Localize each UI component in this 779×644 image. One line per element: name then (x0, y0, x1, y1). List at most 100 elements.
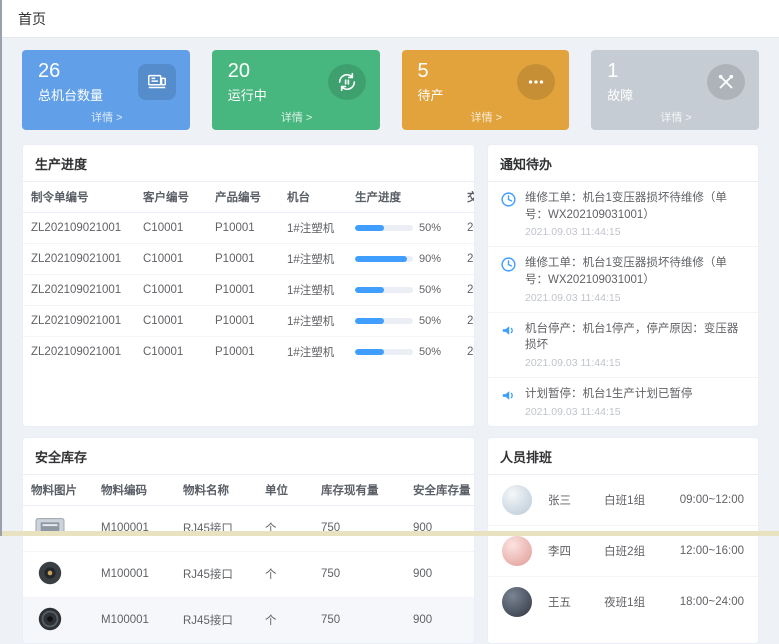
machine-name: 1#注塑机 (279, 337, 347, 368)
card-fault: 1 故障 详情 > (591, 50, 759, 130)
detail-link[interactable]: 详情 > (607, 109, 745, 125)
product-no: P10001 (207, 306, 279, 337)
delivery-date: 2021-09-10 (459, 244, 475, 275)
stat-label: 总机台数量 (38, 85, 103, 104)
notifications-panel: 通知待办 维修工单：机台1变压器损坏待维修（单号：WX202109031001）… (487, 144, 759, 427)
progress-label: 50% (419, 222, 441, 234)
panel-title: 安全库存 (23, 438, 474, 475)
card-total-machines: 26 总机台数量 详情 > (22, 50, 190, 130)
column-header: 交货日期 (459, 182, 475, 213)
material-image (31, 605, 69, 636)
stock-current: 750 (313, 551, 405, 597)
stat-value: 1 (607, 60, 633, 82)
tab-home[interactable]: 首页 (18, 9, 46, 29)
table-row: M100001 RJ45接口 个 750 900 (23, 597, 475, 643)
stat-label: 待产 (418, 85, 444, 104)
card-running: 20 运行中 详情 > (212, 50, 380, 130)
order-no: ZL202109021001 (23, 244, 135, 275)
column-header: 产品编号 (207, 182, 279, 213)
table-row: ZL202109021001 C10001 P10001 1#注塑机 50% 2… (23, 337, 475, 368)
staff-name: 王五 (548, 594, 604, 610)
table-header-row: 物料图片 物料编码 物料名称 单位 库存现有量 安全库存量 (23, 475, 475, 506)
material-code: M100001 (93, 505, 175, 551)
stock-current: 750 (313, 505, 405, 551)
clock-icon (500, 256, 517, 303)
customer-no: C10001 (135, 213, 207, 244)
detail-link[interactable]: 详情 > (38, 109, 176, 125)
material-unit: 个 (257, 551, 313, 597)
progress-bar: 50% (355, 315, 451, 327)
staff-shift: 白班2组 (604, 543, 680, 559)
column-header: 制令单编号 (23, 182, 135, 213)
material-image (31, 513, 69, 544)
order-no: ZL202109021001 (23, 337, 135, 368)
stat-value: 26 (38, 60, 103, 82)
column-header: 单位 (257, 475, 313, 506)
stock-safety: 900 (405, 505, 475, 551)
detail-link[interactable]: 详情 > (418, 109, 556, 125)
staff-name: 李四 (548, 543, 604, 559)
column-header: 物料图片 (23, 475, 93, 506)
progress-bar: 50% (355, 222, 451, 234)
table-row: M100001 RJ45接口 个 750 900 (23, 551, 475, 597)
progress-label: 50% (419, 284, 441, 296)
notification-item[interactable]: 维修工单：机台1变压器损坏待维修（单号：WX202109031001） 2021… (488, 182, 758, 247)
customer-no: C10001 (135, 337, 207, 368)
card-waiting: 5 待产 详情 > (402, 50, 570, 130)
staff-time: 18:00~24:00 (680, 596, 744, 608)
progress-bar: 50% (355, 284, 451, 296)
progress-bar: 90% (355, 253, 451, 265)
order-no: ZL202109021001 (23, 213, 135, 244)
staff-time: 12:00~16:00 (680, 545, 744, 557)
panel-row-1: 生产进度 制令单编号 客户编号 产品编号 机台 生产进度 交货日期 ZL2021… (2, 134, 779, 427)
stat-value: 5 (418, 60, 444, 82)
notification-item[interactable]: 计划暂停：机台1生产计划已暂停 2021.09.03 11:44:15 (488, 378, 758, 426)
material-name: RJ45接口 (175, 597, 257, 643)
stat-value: 20 (228, 60, 267, 82)
detail-link[interactable]: 详情 > (228, 109, 366, 125)
material-name: RJ45接口 (175, 505, 257, 551)
table-row: ZL202109021001 C10001 P10001 1#注塑机 90% 2… (23, 244, 475, 275)
customer-no: C10001 (135, 306, 207, 337)
machine-icon (138, 64, 176, 100)
column-header: 物料编码 (93, 475, 175, 506)
stock-safety: 900 (405, 597, 475, 643)
notification-time: 2021.09.03 11:44:15 (525, 357, 746, 369)
notification-time: 2021.09.03 11:44:15 (525, 292, 746, 304)
progress-label: 50% (419, 346, 441, 358)
progress-label: 90% (419, 253, 441, 265)
order-no: ZL202109021001 (23, 275, 135, 306)
notification-item[interactable]: 机台停产：机台1停产，停产原因：变压器损坏 2021.09.03 11:44:1… (488, 313, 758, 378)
delivery-date: 2021-09-10 (459, 275, 475, 306)
table-row: ZL202109021001 C10001 P10001 1#注塑机 50% 2… (23, 275, 475, 306)
stock-current: 750 (313, 597, 405, 643)
notification-text: 维修工单：机台1变压器损坏待维修（单号：WX202109031001） (525, 190, 746, 223)
staff-schedule-panel: 人员排班 张三 白班1组 09:00~12:00 李四 白班2组 12:00~1… (487, 437, 759, 644)
table-row: ZL202109021001 C10001 P10001 1#注塑机 50% 2… (23, 306, 475, 337)
production-progress-panel: 生产进度 制令单编号 客户编号 产品编号 机台 生产进度 交货日期 ZL2021… (22, 144, 475, 427)
table-row: M100001 RJ45接口 个 750 900 (23, 505, 475, 551)
notification-time: 2021.09.03 11:44:15 (525, 406, 692, 418)
column-header: 物料名称 (175, 475, 257, 506)
speaker-icon (500, 322, 517, 369)
column-header: 机台 (279, 182, 347, 213)
stock-safety: 900 (405, 551, 475, 597)
customer-no: C10001 (135, 244, 207, 275)
notification-item[interactable]: 维修工单：机台1变压器损坏待维修（单号：WX202109031001） 2021… (488, 247, 758, 312)
table-row: ZL202109021001 C10001 P10001 1#注塑机 50% 2… (23, 213, 475, 244)
product-no: P10001 (207, 213, 279, 244)
top-bar: 首页 (2, 0, 779, 38)
page-edge (2, 531, 779, 536)
inventory-table: 物料图片 物料编码 物料名称 单位 库存现有量 安全库存量 (23, 475, 475, 643)
panel-title: 人员排班 (488, 438, 758, 475)
safety-stock-panel: 安全库存 物料图片 物料编码 物料名称 单位 库存现有量 安全库存量 (22, 437, 475, 644)
notification-text: 计划暂停：机台1生产计划已暂停 (525, 386, 692, 403)
progress-bar: 50% (355, 346, 451, 358)
product-no: P10001 (207, 275, 279, 306)
staff-name: 张三 (548, 492, 604, 508)
staff-shift: 白班1组 (604, 492, 680, 508)
column-header: 安全库存量 (405, 475, 475, 506)
order-no: ZL202109021001 (23, 306, 135, 337)
column-header: 库存现有量 (313, 475, 405, 506)
panel-title: 通知待办 (488, 145, 758, 182)
